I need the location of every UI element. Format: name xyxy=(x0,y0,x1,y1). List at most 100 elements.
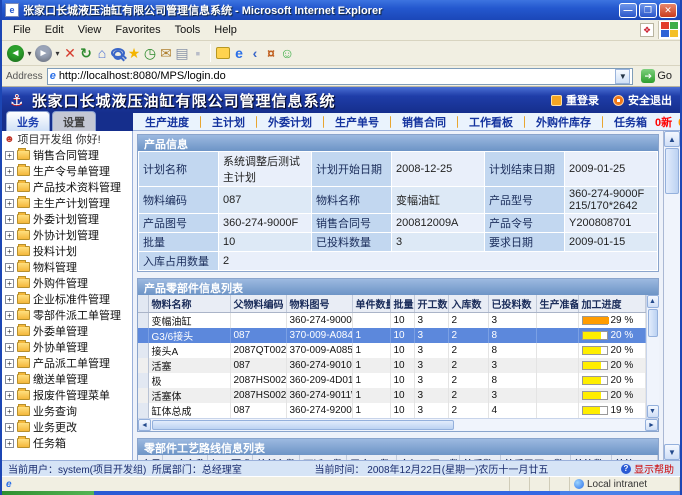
menu-item-favorites[interactable]: Favorites xyxy=(108,22,167,38)
parts-row-1[interactable]: G3/6接头087370-009-A084011032820 % xyxy=(138,328,645,343)
address-dropdown-icon[interactable]: ▼ xyxy=(615,69,630,84)
close-button[interactable]: ✕ xyxy=(659,3,677,18)
edit-icon[interactable]: ▪ xyxy=(191,43,205,64)
parts-vertical-scrollbar[interactable]: ▲ ▼ xyxy=(646,295,659,418)
mail-icon[interactable]: ✉ xyxy=(159,43,173,64)
back-dropdown-icon[interactable]: ▾ xyxy=(26,43,33,64)
sidebar-item-17[interactable]: +业务更改 xyxy=(2,419,132,435)
expand-icon[interactable]: + xyxy=(5,391,14,400)
expand-icon[interactable]: + xyxy=(5,231,14,240)
col-6[interactable]: 入库数 xyxy=(448,295,488,313)
scroll-thumb[interactable] xyxy=(152,420,454,430)
logout-button[interactable]: 安全退出 xyxy=(613,92,672,108)
nav-link-1[interactable]: 主计划 xyxy=(212,117,245,129)
page-scrollbar[interactable]: ▲ ▼ xyxy=(663,131,680,460)
nav-link-5[interactable]: 工作看板 xyxy=(469,117,513,129)
expand-icon[interactable]: + xyxy=(5,199,14,208)
print-icon[interactable]: ▤ xyxy=(175,43,189,64)
parts-row-6[interactable]: 缸体总成087360-274-9200F11032419 % xyxy=(138,403,645,418)
nav-link-2[interactable]: 外委计划 xyxy=(268,117,312,129)
nav-link-7[interactable]: 任务箱 xyxy=(614,117,647,129)
menu-item-help[interactable]: Help xyxy=(207,22,244,38)
sidebar-item-12[interactable]: +外协单管理 xyxy=(2,339,132,355)
scroll-up-icon[interactable]: ▲ xyxy=(647,295,659,308)
expand-icon[interactable]: + xyxy=(5,167,14,176)
maximize-button[interactable]: ❐ xyxy=(639,3,657,18)
col-3[interactable]: 单件数量 xyxy=(352,295,390,313)
parts-row-3[interactable]: 活塞087360-274-9010F11032320 % xyxy=(138,358,645,373)
sidebar-item-6[interactable]: +投料计划 xyxy=(2,243,132,259)
expand-icon[interactable]: + xyxy=(5,279,14,288)
tab-settings[interactable]: 设置 xyxy=(52,111,96,131)
scroll-up-icon[interactable]: ▲ xyxy=(664,131,680,147)
sidebar-item-11[interactable]: +外委单管理 xyxy=(2,323,132,339)
expand-icon[interactable]: + xyxy=(5,311,14,320)
nav-link-4[interactable]: 销售合同 xyxy=(402,117,446,129)
col-9[interactable]: 加工进度 xyxy=(578,295,645,313)
ie-icon[interactable]: e xyxy=(232,43,246,64)
notes-icon[interactable] xyxy=(216,43,230,64)
scroll-thumb[interactable] xyxy=(665,148,679,194)
history-icon[interactable]: ◷ xyxy=(143,43,157,64)
scroll-thumb[interactable] xyxy=(648,309,658,337)
expand-icon[interactable]: + xyxy=(5,183,14,192)
expand-icon[interactable]: + xyxy=(5,359,14,368)
messenger-icon[interactable]: ☺ xyxy=(280,43,294,64)
col-1[interactable]: 父物料编码 xyxy=(230,295,286,313)
nav-link-6[interactable]: 外购件库存 xyxy=(536,117,591,129)
parts-horizontal-scrollbar[interactable]: ◄ ► xyxy=(138,418,658,431)
col-2[interactable]: 物料图号 xyxy=(286,295,352,313)
parts-row-4[interactable]: 极2087HS002360-209-4D01011032820 % xyxy=(138,373,645,388)
expand-icon[interactable]: + xyxy=(5,151,14,160)
col-8[interactable]: 生产准备 xyxy=(536,295,578,313)
expand-icon[interactable]: + xyxy=(5,375,14,384)
home-icon[interactable]: ⌂ xyxy=(95,43,109,64)
sidebar-item-14[interactable]: +缴送单管理 xyxy=(2,371,132,387)
windows-taskbar[interactable] xyxy=(2,491,680,495)
sidebar-item-16[interactable]: +业务查询 xyxy=(2,403,132,419)
nav-link-3[interactable]: 生产单号 xyxy=(335,117,379,129)
discuss-icon[interactable]: ‹ xyxy=(248,43,262,64)
start-button[interactable] xyxy=(2,491,94,495)
menu-item-view[interactable]: View xyxy=(71,22,109,38)
sidebar-item-4[interactable]: +外委计划管理 xyxy=(2,211,132,227)
expand-icon[interactable]: + xyxy=(5,295,14,304)
tab-business[interactable]: 业务 xyxy=(6,111,50,131)
scroll-down-icon[interactable]: ▼ xyxy=(647,405,659,418)
sidebar-item-5[interactable]: +外协计划管理 xyxy=(2,227,132,243)
stop-icon[interactable]: ✕ xyxy=(63,43,77,64)
address-input[interactable] xyxy=(59,70,613,82)
sidebar-item-8[interactable]: +外购件管理 xyxy=(2,275,132,291)
col-7[interactable]: 已投料数 xyxy=(488,295,536,313)
nav-link-0[interactable]: 生产进度 xyxy=(145,117,189,129)
sidebar-item-15[interactable]: +报废件管理菜单 xyxy=(2,387,132,403)
col-5[interactable]: 开工数 xyxy=(414,295,448,313)
show-help-link[interactable]: ? 显示帮助 xyxy=(621,461,674,476)
forward-dropdown-icon[interactable]: ▾ xyxy=(54,43,61,64)
menu-item-tools[interactable]: Tools xyxy=(168,22,208,38)
relogin-button[interactable]: 重登录 xyxy=(551,92,599,108)
expand-icon[interactable]: + xyxy=(5,327,14,336)
go-button[interactable]: ➔ Go xyxy=(637,69,676,83)
expand-icon[interactable]: + xyxy=(5,215,14,224)
minimize-button[interactable]: — xyxy=(619,3,637,18)
menu-item-file[interactable]: File xyxy=(6,22,38,38)
refresh-icon[interactable]: ↻ xyxy=(79,43,93,64)
expand-icon[interactable]: + xyxy=(5,343,14,352)
expand-icon[interactable]: + xyxy=(5,439,14,448)
sidebar-item-7[interactable]: +物料管理 xyxy=(2,259,132,275)
search-icon[interactable] xyxy=(111,48,125,58)
col-0[interactable]: 物料名称 xyxy=(148,295,230,313)
expand-icon[interactable]: + xyxy=(5,407,14,416)
scroll-right-icon[interactable]: ► xyxy=(645,419,658,431)
sidebar-item-0[interactable]: +销售合同管理 xyxy=(2,147,132,163)
parts-row-2[interactable]: 接头A2087QT002370-009-A085011032820 % xyxy=(138,343,645,358)
sidebar-item-1[interactable]: +生产令号单管理 xyxy=(2,163,132,179)
col-4[interactable]: 批量 xyxy=(390,295,414,313)
scroll-down-icon[interactable]: ▼ xyxy=(664,444,680,460)
favorites-icon[interactable]: ★ xyxy=(127,43,141,64)
back-icon[interactable]: ◄ xyxy=(7,43,24,64)
forward-icon[interactable]: ► xyxy=(35,43,52,64)
research-icon[interactable]: ¤ xyxy=(264,43,278,64)
sidebar-item-13[interactable]: +产品派工单管理 xyxy=(2,355,132,371)
